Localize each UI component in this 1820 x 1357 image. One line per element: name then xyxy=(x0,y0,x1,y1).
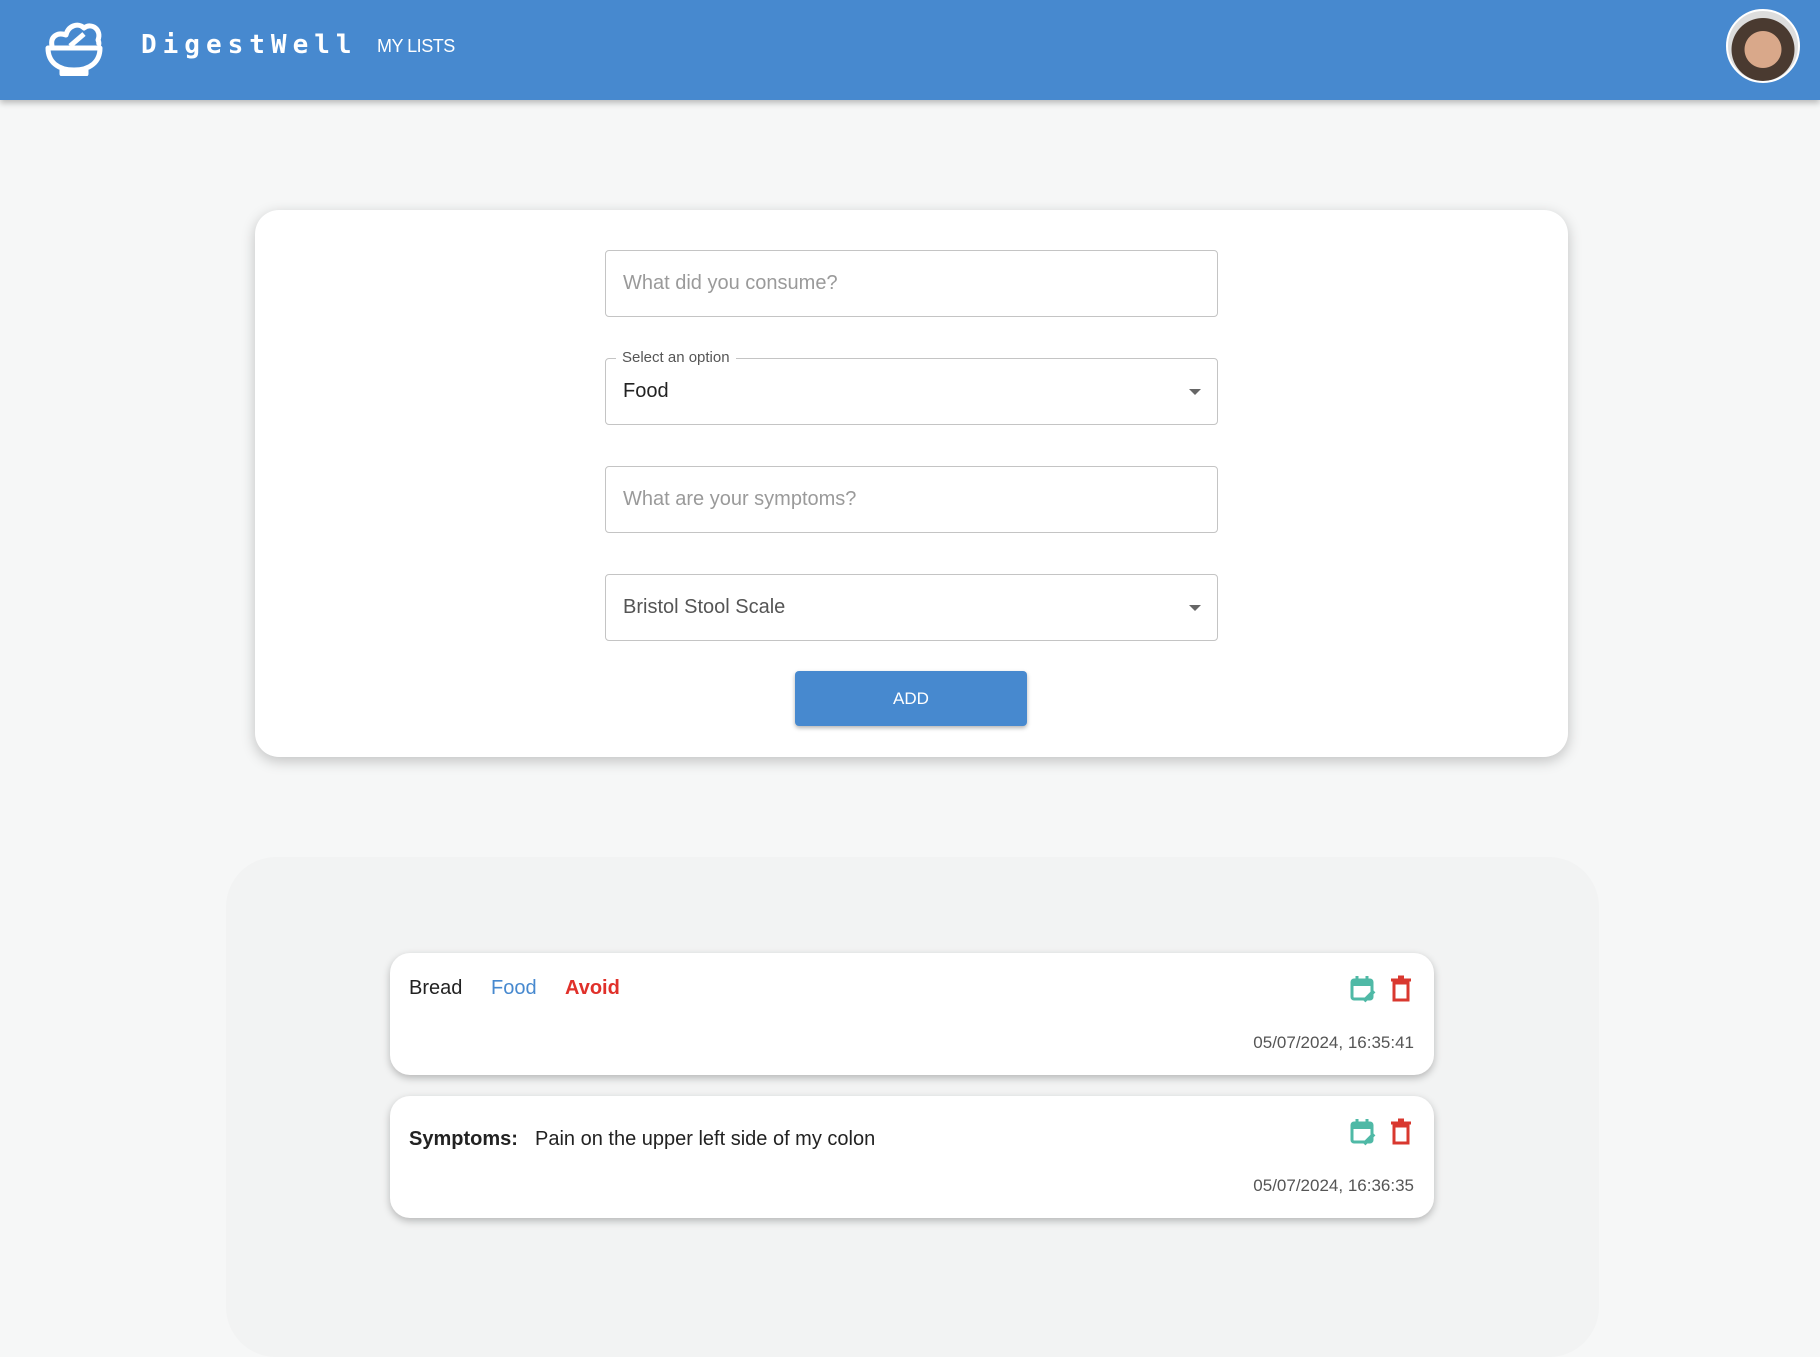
symptoms-label: Symptoms: xyxy=(409,1128,518,1150)
type-select-label: Select an option xyxy=(616,349,736,366)
brand-name[interactable]: DigestWell xyxy=(141,30,358,60)
list-item: Bread Food Avoid 05/07/2024, 16:35:41 xyxy=(390,953,1434,1075)
consume-placeholder: What did you consume? xyxy=(623,272,838,294)
dropdown-arrow-icon xyxy=(1189,605,1201,611)
trash-icon[interactable] xyxy=(1390,975,1412,1003)
nav-my-lists[interactable]: MY LISTS xyxy=(377,36,455,57)
entry-verdict: Avoid xyxy=(565,977,620,999)
trash-icon[interactable] xyxy=(1390,1118,1412,1146)
type-select[interactable]: Select an option Food xyxy=(605,349,1218,425)
bristol-select[interactable]: Bristol Stool Scale xyxy=(605,574,1218,641)
calendar-edit-icon[interactable] xyxy=(1350,1118,1376,1146)
symptoms-input[interactable]: What are your symptoms? xyxy=(605,466,1218,533)
avatar[interactable] xyxy=(1726,9,1800,83)
entry-name: Bread xyxy=(409,977,463,999)
dropdown-arrow-icon xyxy=(1189,389,1201,395)
entry-timestamp: 05/07/2024, 16:35:41 xyxy=(1253,1033,1414,1052)
salad-bowl-icon[interactable] xyxy=(44,18,104,76)
add-button[interactable]: ADD xyxy=(795,671,1027,726)
entry-type: Food xyxy=(491,977,537,999)
bristol-select-placeholder: Bristol Stool Scale xyxy=(623,596,786,618)
type-select-value: Food xyxy=(623,380,669,402)
list-item: Symptoms: Pain on the upper left side of… xyxy=(390,1096,1434,1218)
app-header: DigestWell MY LISTS xyxy=(0,0,1820,100)
calendar-edit-icon[interactable] xyxy=(1350,975,1376,1003)
consume-input[interactable]: What did you consume? xyxy=(605,250,1218,317)
symptoms-placeholder: What are your symptoms? xyxy=(623,488,857,510)
entry-timestamp: 05/07/2024, 16:36:35 xyxy=(1253,1176,1414,1195)
symptoms-text: Pain on the upper left side of my colon xyxy=(535,1128,876,1150)
